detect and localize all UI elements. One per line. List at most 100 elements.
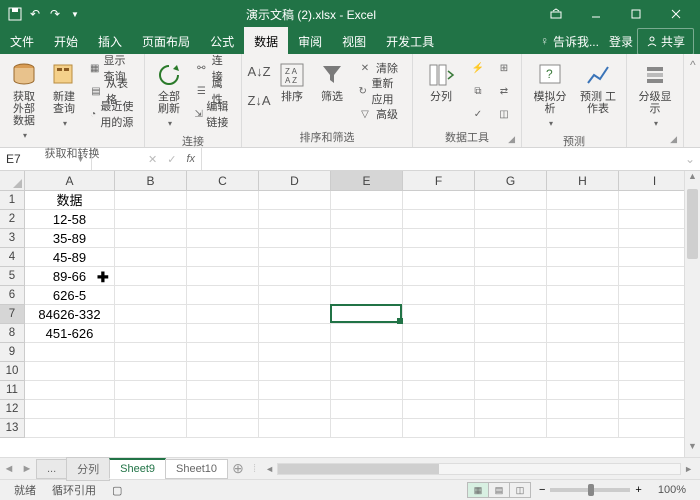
cell[interactable] xyxy=(259,305,331,323)
edit-links-button[interactable]: ⇲编辑链接 xyxy=(191,103,235,125)
cell[interactable] xyxy=(331,419,403,437)
cell[interactable] xyxy=(619,229,691,247)
column-header[interactable]: H xyxy=(547,171,619,190)
cell[interactable] xyxy=(619,419,691,437)
cell[interactable] xyxy=(331,267,403,285)
outline-button[interactable]: 分级显示 xyxy=(633,57,677,131)
cell[interactable] xyxy=(403,362,475,380)
row-header[interactable]: 3 xyxy=(0,229,24,248)
zoom-slider[interactable]: − + xyxy=(539,484,642,496)
zoom-level[interactable]: 100% xyxy=(650,484,694,496)
cell[interactable] xyxy=(331,362,403,380)
row-header[interactable]: 7 xyxy=(0,305,24,324)
cell[interactable] xyxy=(475,267,547,285)
tab-page-layout[interactable]: 页面布局 xyxy=(132,27,200,56)
maximize-icon[interactable] xyxy=(618,0,654,28)
sheet-tab-more[interactable]: ... xyxy=(36,459,67,479)
cell[interactable] xyxy=(331,286,403,304)
column-header[interactable]: G xyxy=(475,171,547,190)
cell[interactable] xyxy=(187,305,259,323)
cell[interactable] xyxy=(403,400,475,418)
cell[interactable] xyxy=(115,229,187,247)
text-to-columns-button[interactable]: 分列 xyxy=(419,57,463,105)
qat-dropdown-icon[interactable]: ▼ xyxy=(66,5,84,23)
tab-review[interactable]: 审阅 xyxy=(288,27,332,56)
cell[interactable] xyxy=(331,305,403,323)
manage-model-button[interactable]: ◫ xyxy=(493,103,515,125)
cell[interactable] xyxy=(403,381,475,399)
cell[interactable] xyxy=(187,248,259,266)
cell[interactable] xyxy=(547,267,619,285)
refresh-all-button[interactable]: 全部刷新 xyxy=(151,57,187,131)
column-header[interactable]: B xyxy=(115,171,187,190)
cell[interactable]: 84626-332 xyxy=(25,305,115,323)
cell[interactable] xyxy=(619,191,691,209)
sheet-tab-split[interactable]: 分列 xyxy=(66,457,110,481)
scroll-right-icon[interactable]: ► xyxy=(681,464,696,474)
share-button[interactable]: 共享 xyxy=(637,28,694,55)
cell[interactable] xyxy=(403,229,475,247)
cell[interactable] xyxy=(403,419,475,437)
cell[interactable]: 451-626 xyxy=(25,324,115,342)
cell[interactable] xyxy=(547,419,619,437)
sort-asc-button[interactable]: A↓Z xyxy=(248,57,270,85)
cell[interactable] xyxy=(475,362,547,380)
cell[interactable] xyxy=(187,210,259,228)
cell[interactable] xyxy=(475,324,547,342)
cell[interactable] xyxy=(259,191,331,209)
collapse-ribbon-icon[interactable]: ^ xyxy=(690,58,696,72)
cell[interactable] xyxy=(475,419,547,437)
cell[interactable] xyxy=(547,362,619,380)
tab-data[interactable]: 数据 xyxy=(244,27,288,56)
redo-icon[interactable]: ↷ xyxy=(46,5,64,23)
cell[interactable] xyxy=(403,191,475,209)
cell[interactable]: 数据 xyxy=(25,191,115,209)
cell[interactable] xyxy=(331,343,403,361)
cell[interactable] xyxy=(187,267,259,285)
cell[interactable] xyxy=(187,400,259,418)
cell[interactable] xyxy=(115,286,187,304)
row-header[interactable]: 1 xyxy=(0,191,24,210)
advanced-button[interactable]: ▽高级 xyxy=(354,103,406,125)
cell[interactable] xyxy=(259,419,331,437)
cell[interactable] xyxy=(115,400,187,418)
cell[interactable]: 12-58 xyxy=(25,210,115,228)
tab-formulas[interactable]: 公式 xyxy=(200,27,244,56)
page-break-view-button[interactable]: ◫ xyxy=(509,482,531,498)
cell[interactable] xyxy=(619,343,691,361)
cell[interactable] xyxy=(259,248,331,266)
row-header[interactable]: 13 xyxy=(0,419,24,438)
macro-record-icon[interactable]: ▢ xyxy=(104,484,130,497)
cell[interactable] xyxy=(187,229,259,247)
cell[interactable] xyxy=(475,305,547,323)
cell[interactable] xyxy=(331,381,403,399)
consolidate-button[interactable]: ⊞ xyxy=(493,57,515,79)
cell[interactable] xyxy=(619,324,691,342)
new-query-button[interactable]: 新建 查询 xyxy=(46,57,82,131)
cell[interactable] xyxy=(115,191,187,209)
cell[interactable] xyxy=(115,324,187,342)
cell[interactable] xyxy=(547,248,619,266)
cell[interactable] xyxy=(619,381,691,399)
page-layout-view-button[interactable]: ▤ xyxy=(488,482,510,498)
cell[interactable] xyxy=(475,400,547,418)
cell[interactable] xyxy=(331,324,403,342)
scroll-up-icon[interactable]: ▲ xyxy=(685,171,700,187)
sort-desc-button[interactable]: Z↓A xyxy=(248,86,270,114)
cell[interactable] xyxy=(259,324,331,342)
cell[interactable] xyxy=(25,400,115,418)
cell[interactable] xyxy=(331,248,403,266)
get-external-data-button[interactable]: 获取 外部数据 xyxy=(6,57,42,143)
cell[interactable] xyxy=(259,286,331,304)
cell[interactable] xyxy=(403,324,475,342)
cell[interactable] xyxy=(25,419,115,437)
cell[interactable]: 35-89 xyxy=(25,229,115,247)
cell[interactable] xyxy=(115,248,187,266)
cell[interactable] xyxy=(331,210,403,228)
cell[interactable] xyxy=(547,343,619,361)
zoom-in-button[interactable]: + xyxy=(635,484,641,496)
cell[interactable]: 89-66 xyxy=(25,267,115,285)
scroll-left-icon[interactable]: ◄ xyxy=(262,464,277,474)
tab-view[interactable]: 视图 xyxy=(332,27,376,56)
cell[interactable] xyxy=(403,248,475,266)
